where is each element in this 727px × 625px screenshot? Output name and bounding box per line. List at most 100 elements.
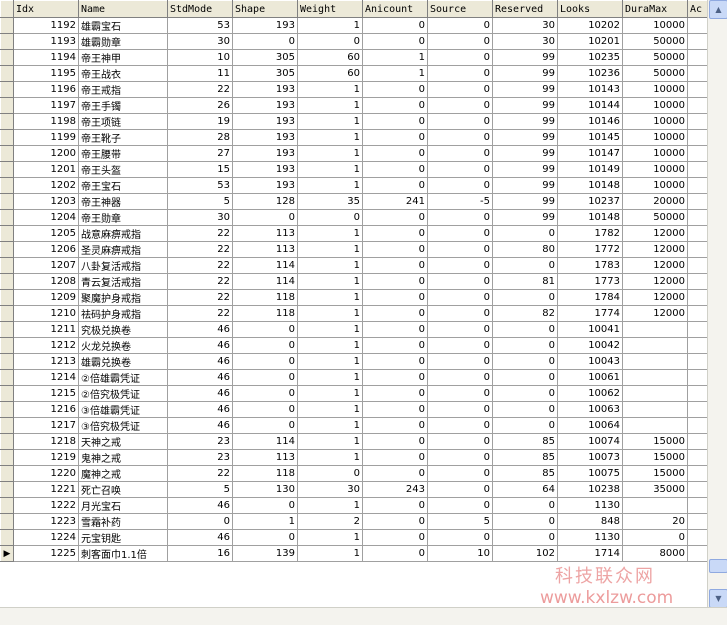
cell-name[interactable]: 火龙兑换卷 (78, 337, 168, 354)
cell-looks[interactable]: 10238 (557, 481, 623, 498)
cell-looks[interactable]: 10041 (557, 321, 623, 338)
cell-shape[interactable]: 113 (232, 241, 298, 258)
cell-duramax[interactable]: 50000 (622, 33, 688, 50)
cell-stdmode[interactable]: 22 (167, 257, 233, 274)
column-header-anicount[interactable]: Anicount (362, 0, 428, 18)
cell-ac[interactable] (687, 481, 707, 498)
cell-reserved[interactable]: 99 (492, 193, 558, 210)
cell-stdmode[interactable]: 46 (167, 497, 233, 514)
cell-duramax[interactable]: 10000 (622, 17, 688, 34)
cell-source[interactable]: 0 (427, 497, 493, 514)
cell-looks[interactable]: 10063 (557, 401, 623, 418)
cell-name[interactable]: 魔神之戒 (78, 465, 168, 482)
cell-looks[interactable]: 10202 (557, 17, 623, 34)
cell-weight[interactable]: 1 (297, 305, 363, 322)
cell-idx[interactable]: 1197 (13, 97, 79, 114)
row-indicator[interactable] (0, 145, 14, 162)
cell-name[interactable]: 天神之戒 (78, 433, 168, 450)
table-row[interactable]: 1209 聚魔护身戒指 22 118 1 0 0 0 1784 12000 (0, 289, 707, 306)
cell-anicount[interactable]: 0 (362, 497, 428, 514)
cell-reserved[interactable]: 99 (492, 81, 558, 98)
cell-name[interactable]: 圣灵麻痹戒指 (78, 241, 168, 258)
cell-ac[interactable] (687, 497, 707, 514)
column-header-looks[interactable]: Looks (557, 0, 623, 18)
cell-weight[interactable]: 1 (297, 81, 363, 98)
cell-source[interactable]: 0 (427, 353, 493, 370)
cell-looks[interactable]: 1130 (557, 529, 623, 546)
cell-reserved[interactable]: 30 (492, 33, 558, 50)
cell-stdmode[interactable]: 22 (167, 289, 233, 306)
cell-stdmode[interactable]: 53 (167, 17, 233, 34)
cell-idx[interactable]: 1208 (13, 273, 79, 290)
table-row[interactable]: 1206 圣灵麻痹戒指 22 113 1 0 0 80 1772 12000 (0, 241, 707, 258)
cell-stdmode[interactable]: 10 (167, 49, 233, 66)
cell-name[interactable]: 帝王手镯 (78, 97, 168, 114)
cell-ac[interactable] (687, 209, 707, 226)
cell-reserved[interactable]: 82 (492, 305, 558, 322)
cell-ac[interactable] (687, 177, 707, 194)
cell-name[interactable]: 帝王勋章 (78, 209, 168, 226)
cell-shape[interactable]: 113 (232, 449, 298, 466)
cell-looks[interactable]: 1784 (557, 289, 623, 306)
cell-duramax[interactable]: 15000 (622, 433, 688, 450)
cell-idx[interactable]: 1196 (13, 81, 79, 98)
table-row[interactable]: 1201 帝王头盔 15 193 1 0 0 99 10149 10000 (0, 161, 707, 178)
cell-weight[interactable]: 1 (297, 17, 363, 34)
cell-looks[interactable]: 10149 (557, 161, 623, 178)
cell-shape[interactable]: 193 (232, 97, 298, 114)
cell-weight[interactable]: 1 (297, 385, 363, 402)
cell-ac[interactable] (687, 129, 707, 146)
scroll-down-button[interactable]: ▼ (709, 589, 727, 608)
table-row[interactable]: 1197 帝王手镯 26 193 1 0 0 99 10144 10000 (0, 97, 707, 114)
cell-reserved[interactable]: 85 (492, 465, 558, 482)
cell-weight[interactable]: 1 (297, 241, 363, 258)
cell-anicount[interactable]: 0 (362, 337, 428, 354)
row-indicator[interactable] (0, 113, 14, 130)
cell-reserved[interactable]: 0 (492, 513, 558, 530)
column-header-ac[interactable]: Ac (687, 0, 707, 18)
cell-ac[interactable] (687, 305, 707, 322)
cell-stdmode[interactable]: 30 (167, 209, 233, 226)
row-indicator[interactable] (0, 433, 14, 450)
cell-source[interactable]: 0 (427, 257, 493, 274)
cell-name[interactable]: 帝王项链 (78, 113, 168, 130)
table-row[interactable]: 1205 战意麻痹戒指 22 113 1 0 0 0 1782 12000 (0, 225, 707, 242)
cell-shape[interactable]: 0 (232, 321, 298, 338)
row-indicator[interactable] (0, 193, 14, 210)
cell-source[interactable]: 0 (427, 465, 493, 482)
cell-idx[interactable]: 1195 (13, 65, 79, 82)
cell-reserved[interactable]: 0 (492, 353, 558, 370)
table-row[interactable]: 1203 帝王神器 5 128 35 241 -5 99 10237 20000 (0, 193, 707, 210)
table-row[interactable]: 1198 帝王项链 19 193 1 0 0 99 10146 10000 (0, 113, 707, 130)
cell-name[interactable]: ②倍究极凭证 (78, 385, 168, 402)
cell-name[interactable]: 聚魔护身戒指 (78, 289, 168, 306)
cell-source[interactable]: 0 (427, 17, 493, 34)
cell-idx[interactable]: 1201 (13, 161, 79, 178)
cell-stdmode[interactable]: 23 (167, 449, 233, 466)
cell-looks[interactable]: 10237 (557, 193, 623, 210)
cell-reserved[interactable]: 0 (492, 497, 558, 514)
row-indicator[interactable] (0, 449, 14, 466)
cell-ac[interactable] (687, 417, 707, 434)
cell-weight[interactable]: 1 (297, 545, 363, 562)
cell-ac[interactable] (687, 257, 707, 274)
row-indicator[interactable] (0, 465, 14, 482)
table-row[interactable]: 1193 雄霸勋章 30 0 0 0 0 30 10201 50000 (0, 33, 707, 50)
cell-stdmode[interactable]: 22 (167, 305, 233, 322)
cell-reserved[interactable]: 85 (492, 433, 558, 450)
cell-anicount[interactable]: 0 (362, 529, 428, 546)
cell-weight[interactable]: 1 (297, 417, 363, 434)
cell-ac[interactable] (687, 513, 707, 530)
cell-ac[interactable] (687, 449, 707, 466)
cell-anicount[interactable]: 0 (362, 161, 428, 178)
cell-duramax[interactable]: 12000 (622, 289, 688, 306)
row-indicator[interactable] (0, 337, 14, 354)
cell-ac[interactable] (687, 161, 707, 178)
scroll-thumb[interactable] (709, 559, 727, 574)
cell-anicount[interactable]: 0 (362, 177, 428, 194)
cell-name[interactable]: 雄霸勋章 (78, 33, 168, 50)
cell-duramax[interactable]: 12000 (622, 273, 688, 290)
cell-looks[interactable]: 10235 (557, 49, 623, 66)
cell-duramax[interactable]: 10000 (622, 97, 688, 114)
cell-reserved[interactable]: 64 (492, 481, 558, 498)
